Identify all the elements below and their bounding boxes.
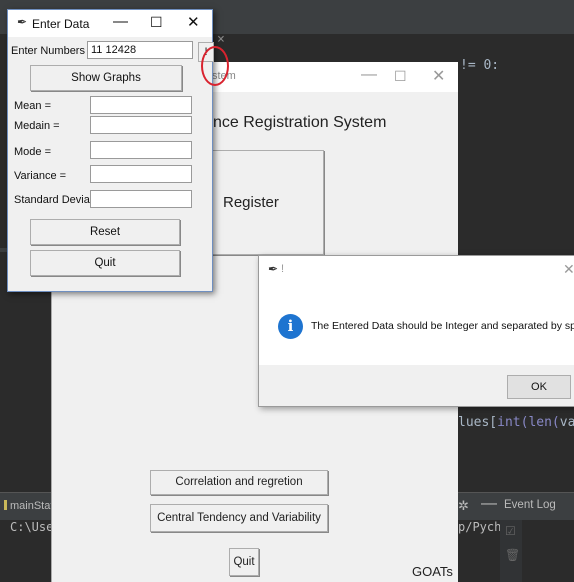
register-button-label: Register: [223, 194, 279, 211]
info-icon: i: [278, 314, 303, 339]
main-window-heading: nce Registration System: [213, 114, 387, 131]
stddev-field[interactable]: [90, 190, 192, 208]
mean-field[interactable]: [90, 96, 192, 114]
message-box-title: !: [281, 263, 285, 275]
run-side-toolbar: ☑ 🗑: [500, 520, 522, 582]
central-tendency-button[interactable]: Central Tendency and Variability: [150, 504, 328, 532]
gear-icon[interactable]: ✲: [458, 498, 469, 514]
correlation-button[interactable]: Correlation and regretion: [150, 470, 328, 495]
feather-icon: ✒: [17, 15, 28, 29]
footer-text: GOATs: [412, 564, 453, 579]
minimize-panel-icon[interactable]: —: [481, 495, 497, 513]
variance-label: Variance =: [14, 170, 67, 182]
close-icon[interactable]: ✕: [187, 13, 200, 31]
trash-icon[interactable]: 🗑: [505, 548, 520, 562]
variance-field[interactable]: [90, 165, 192, 183]
code-suffix: value: [559, 415, 574, 430]
code-function: int(len(: [497, 415, 560, 430]
message-text: The Entered Data should be Integer and s…: [311, 320, 574, 332]
ide-code-line-2: lues[int(len(value: [458, 415, 574, 430]
mode-label: Mode =: [14, 146, 51, 158]
minimize-icon[interactable]: —: [113, 13, 128, 30]
run-config-icon: [4, 500, 7, 510]
main-quit-button[interactable]: Quit: [229, 548, 259, 576]
register-button[interactable]: Register: [212, 150, 324, 255]
numbers-input[interactable]: 11 12428: [87, 41, 193, 59]
close-icon[interactable]: ✕: [563, 261, 574, 278]
run-console-path: C:\Use: [10, 520, 54, 534]
ok-button[interactable]: OK: [507, 375, 571, 399]
event-log-tab[interactable]: Event Log: [504, 499, 556, 511]
ide-tab-close-icon[interactable]: ×: [217, 32, 225, 47]
enter-data-window: ✒ Enter Data — ☐ ✕ Enter Numbers 11 1242…: [7, 9, 229, 292]
mean-label: Mean =: [14, 100, 51, 112]
stddev-label: Standard Deviatio: [14, 194, 102, 206]
ide-run-tab[interactable]: mainStat: [10, 500, 53, 512]
enter-data-titlebar: ✒ Enter Data — ☐ ✕: [8, 10, 212, 37]
reset-button[interactable]: Reset: [30, 219, 180, 245]
maximize-icon[interactable]: ☐: [394, 68, 407, 85]
ide-code-line: != 0:: [460, 58, 500, 73]
quit-button[interactable]: Quit: [30, 250, 180, 276]
code-prefix: lues[: [458, 415, 498, 430]
maximize-icon[interactable]: ☐: [150, 14, 163, 31]
minimize-icon[interactable]: —: [361, 66, 377, 84]
feather-icon: ✒: [268, 262, 279, 276]
mode-field[interactable]: [90, 141, 192, 159]
enter-data-title: Enter Data: [32, 17, 90, 31]
enter-numbers-label: Enter Numbers: [11, 45, 85, 57]
checkbox-icon[interactable]: ☑: [505, 524, 516, 538]
error-message-box: ✒ ! ✕ i The Entered Data should be Integ…: [258, 255, 574, 407]
median-field[interactable]: [90, 116, 192, 134]
annotation-circle: [201, 46, 229, 86]
close-icon[interactable]: ✕: [432, 66, 445, 86]
median-label: Medain =: [14, 120, 60, 132]
show-graphs-button[interactable]: Show Graphs: [30, 65, 182, 91]
